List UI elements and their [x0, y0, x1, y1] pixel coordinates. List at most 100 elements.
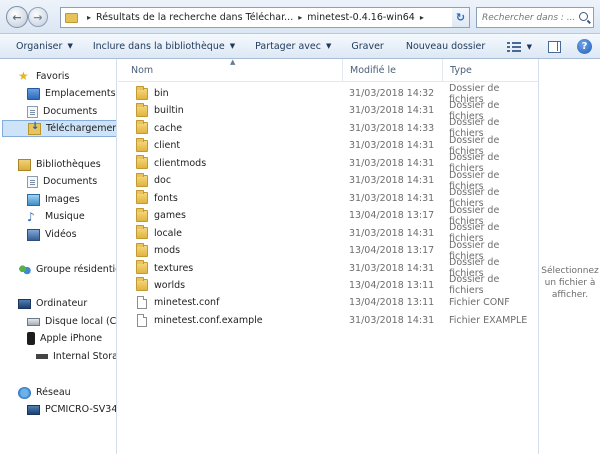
- file-type: Fichier EXAMPLE: [449, 314, 528, 326]
- nav-item-images[interactable]: Images: [27, 191, 80, 208]
- nav-libraries-label: Bibliothèques: [36, 159, 101, 170]
- star-icon: ★: [18, 69, 29, 83]
- nav-item-downloads[interactable]: Téléchargements: [2, 120, 116, 137]
- column-name[interactable]: Nom: [124, 59, 342, 82]
- images-icon: [27, 193, 40, 206]
- nav-item-label: Vidéos: [45, 229, 77, 240]
- disk-icon: [27, 317, 40, 326]
- nav-item-lib-documents[interactable]: Documents: [27, 173, 97, 190]
- burn-button[interactable]: Graver: [343, 34, 391, 59]
- nav-favorites[interactable]: ★ Favoris: [18, 68, 69, 85]
- file-name-label: worlds: [154, 279, 186, 291]
- storage-icon: [36, 354, 48, 359]
- nav-network[interactable]: Réseau: [18, 384, 71, 401]
- help-icon[interactable]: ?: [577, 39, 592, 54]
- share-label: Partager avec: [255, 40, 321, 52]
- file-name-label: minetest.conf: [154, 297, 220, 309]
- nav-item-videos[interactable]: Vidéos: [27, 226, 77, 243]
- preview-line: afficher.: [551, 290, 589, 300]
- organize-label: Organiser: [16, 40, 63, 52]
- preview-pane: Sélectionnez un fichier à afficher.: [538, 59, 600, 454]
- share-button[interactable]: Partager avec ▼: [247, 34, 339, 59]
- file-name-label: client: [154, 140, 181, 152]
- nav-favorites-label: Favoris: [36, 71, 70, 82]
- file-date: 31/03/2018 14:33: [349, 122, 435, 134]
- include-library-label: Inclure dans la bibliothèque: [92, 40, 225, 52]
- chevron-down-icon: ▼: [325, 42, 332, 50]
- folder-icon: [136, 102, 148, 117]
- include-library-button[interactable]: Inclure dans la bibliothèque ▼: [85, 34, 243, 59]
- nav-item-music[interactable]: ♪ Musique: [27, 208, 85, 225]
- refresh-icon: ↻: [455, 11, 466, 24]
- folder-icon: [136, 155, 148, 170]
- chevron-down-icon[interactable]: ▼: [527, 43, 532, 51]
- nav-homegroup[interactable]: Groupe résidentie: [18, 261, 117, 278]
- nav-computer[interactable]: Ordinateur: [18, 295, 87, 312]
- file-name-label: doc: [154, 175, 172, 187]
- views-icon[interactable]: [505, 40, 525, 54]
- nav-item-documents[interactable]: Documents: [27, 103, 97, 120]
- search-input[interactable]: [482, 12, 576, 23]
- file-name: cache: [136, 120, 183, 135]
- nav-item-iphone[interactable]: Apple iPhone: [27, 330, 102, 347]
- breadcrumb-current-folder[interactable]: minetest-0.4.16-win64: [307, 12, 415, 23]
- file-name-label: mods: [154, 245, 181, 257]
- table-row[interactable]: minetest.conf.example 31/03/2018 14:31 Fic…: [124, 312, 536, 329]
- organize-button[interactable]: Organiser ▼: [8, 34, 81, 59]
- preview-line: Sélectionnez: [541, 266, 599, 276]
- burn-label: Graver: [351, 40, 384, 52]
- chevron-right-icon[interactable]: ▸: [87, 13, 91, 22]
- file-name-label: games: [154, 210, 186, 222]
- nav-libraries[interactable]: Bibliothèques: [18, 156, 101, 173]
- path-box[interactable]: ▸ Résultats de la recherche dans Télécha…: [60, 7, 470, 28]
- nav-item-internal-storage[interactable]: Internal Storag: [36, 348, 117, 365]
- preview-line: un fichier à: [544, 278, 596, 288]
- nav-item-recent-places[interactable]: Emplacements r: [27, 85, 117, 102]
- folder-icon: [65, 12, 78, 23]
- table-row[interactable]: worlds 13/04/2018 13:11 Dossier de fichier…: [124, 274, 536, 296]
- iphone-icon: [27, 332, 35, 345]
- column-type[interactable]: Type: [442, 59, 538, 82]
- file-name-label: bin: [154, 88, 169, 99]
- nav-item-pc[interactable]: PCMICRO-SV34: [27, 401, 116, 418]
- search-icon[interactable]: [579, 12, 588, 21]
- chevron-right-icon[interactable]: ▸: [298, 13, 302, 22]
- folder-icon: [136, 225, 148, 240]
- nav-item-label: Images: [45, 194, 80, 205]
- nav-item-local-disk[interactable]: Disque local (C:): [27, 313, 116, 330]
- file-name: minetest.conf: [136, 296, 220, 310]
- folder-icon: [136, 242, 148, 257]
- folder-icon: [136, 207, 148, 222]
- table-row[interactable]: minetest.conf 13/04/2018 13:11 Fichier CON…: [124, 294, 536, 311]
- folder-icon: [136, 260, 148, 274]
- breadcrumb-search-results[interactable]: Résultats de la recherche dans Téléchar.…: [96, 12, 293, 23]
- forward-arrow-icon: →: [33, 10, 43, 24]
- forward-button[interactable]: →: [28, 7, 48, 27]
- nav-item-label: Emplacements r: [45, 88, 117, 99]
- nav-item-label: Apple iPhone: [40, 333, 103, 344]
- file-date: 31/03/2018 14:31: [349, 192, 435, 204]
- downloads-icon: [28, 121, 41, 135]
- file-date: 31/03/2018 14:31: [349, 175, 435, 187]
- file-name: client: [136, 137, 181, 152]
- preview-pane-icon[interactable]: [548, 40, 561, 53]
- new-folder-label: Nouveau dossier: [405, 40, 486, 52]
- nav-item-label: Documents: [43, 106, 98, 117]
- file-name: clientmods: [136, 155, 206, 170]
- address-bar: ← → ▸ Résultats de la recherche dans Tél…: [0, 0, 600, 34]
- search-box[interactable]: [476, 7, 594, 28]
- back-button[interactable]: ←: [6, 6, 28, 28]
- file-icon: [137, 313, 147, 327]
- file-date: 31/03/2018 14:31: [349, 157, 435, 169]
- file-name-label: cache: [154, 122, 183, 134]
- file-name: mods: [136, 242, 181, 257]
- column-date[interactable]: Modifié le: [342, 59, 442, 82]
- refresh-button[interactable]: ↻: [452, 7, 470, 28]
- nav-item-label: Internal Storag: [53, 351, 117, 362]
- file-date: 31/03/2018 14:32: [349, 88, 435, 99]
- folder-icon: [136, 85, 148, 100]
- chevron-right-icon[interactable]: ▸: [420, 13, 424, 22]
- nav-homegroup-label: Groupe résidentie: [36, 264, 117, 275]
- new-folder-button[interactable]: Nouveau dossier: [398, 34, 493, 59]
- file-name: minetest.conf.example: [136, 313, 263, 327]
